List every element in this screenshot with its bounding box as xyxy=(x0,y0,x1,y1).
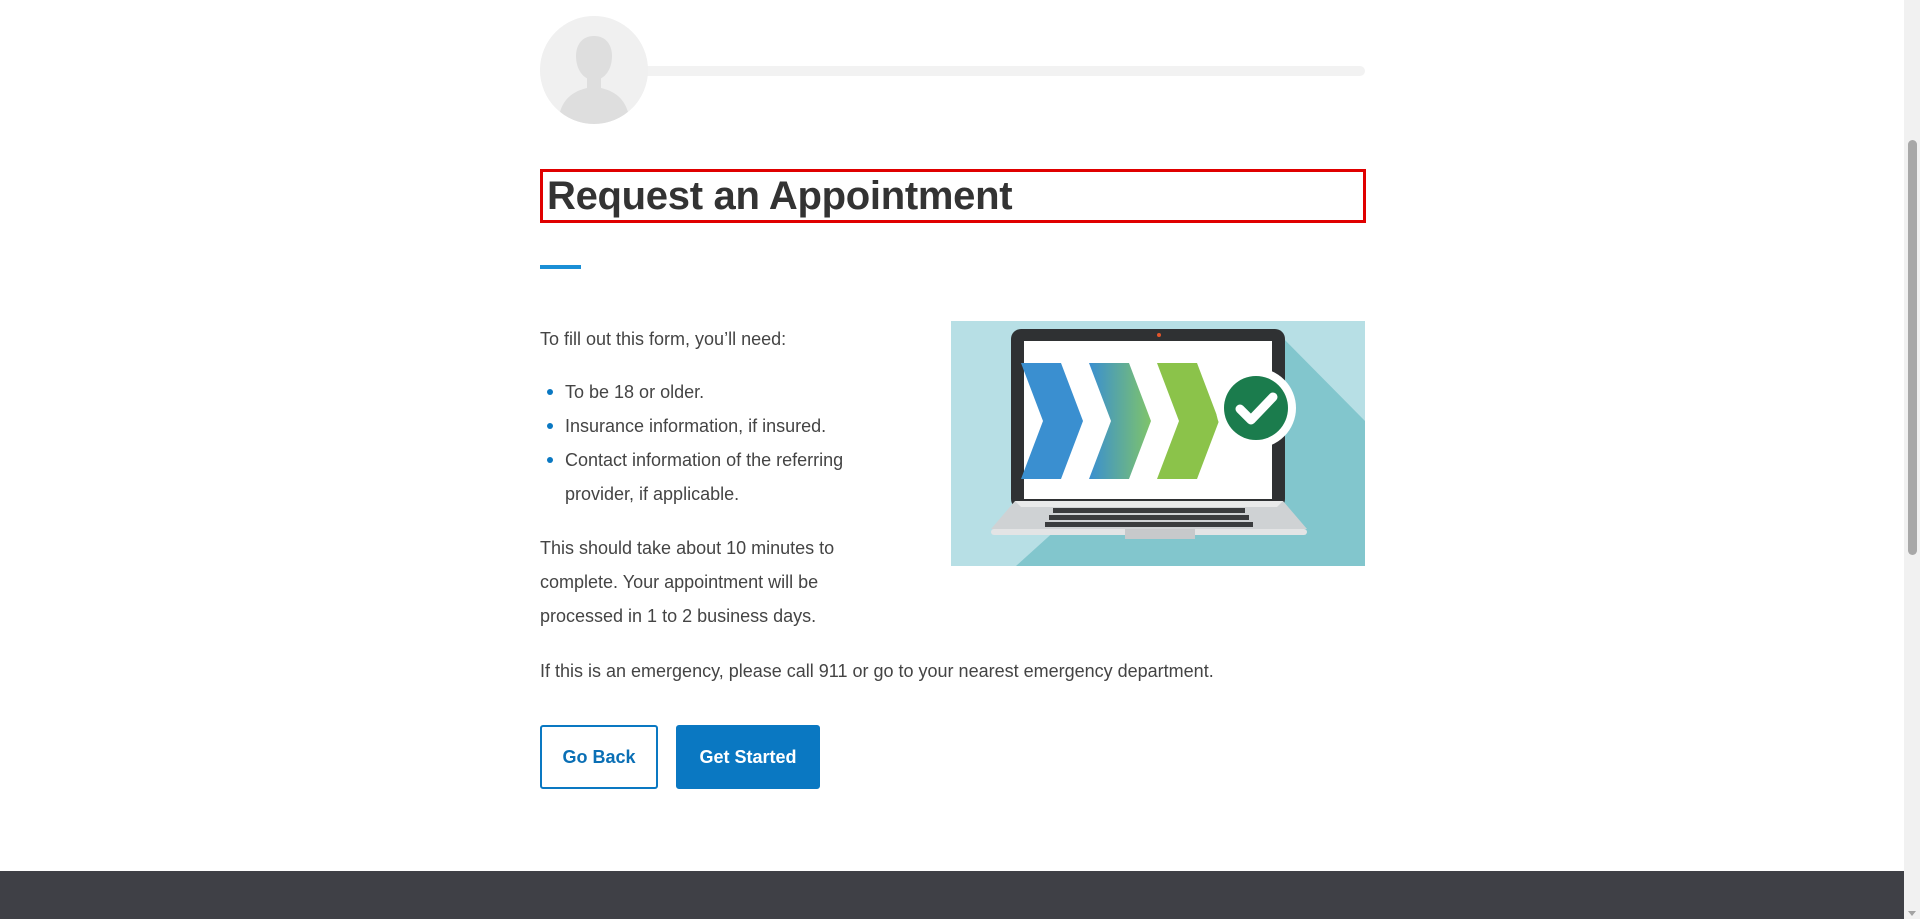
duration-text: This should take about 10 minutes to com… xyxy=(540,538,835,626)
requirement-text: Contact information of the referring pro… xyxy=(565,450,844,504)
bullet-icon xyxy=(547,389,553,395)
user-silhouette-icon xyxy=(540,16,648,124)
page-title: Request an Appointment xyxy=(547,174,1013,218)
browser-viewport: Request an Appointment To fill out this … xyxy=(0,0,1920,919)
scroll-down-arrow-icon[interactable] xyxy=(1908,911,1916,916)
intro-text: To fill out this form, you’ll need: xyxy=(540,322,900,356)
vertical-scrollbar[interactable] xyxy=(1904,0,1920,919)
requirement-text: To be 18 or older. xyxy=(565,382,705,402)
get-started-button[interactable]: Get Started xyxy=(676,725,820,789)
bullet-icon xyxy=(547,457,553,463)
laptop-progress-illustration xyxy=(951,321,1365,566)
avatar xyxy=(540,16,648,124)
page-footer xyxy=(0,871,1904,919)
laptop-checkmark-icon xyxy=(951,321,1365,566)
requirement-text: Insurance information, if insured. xyxy=(565,416,827,436)
appointment-page: Request an Appointment To fill out this … xyxy=(0,0,1904,919)
go-back-button[interactable]: Go Back xyxy=(540,725,658,789)
scrollbar-thumb[interactable] xyxy=(1908,140,1917,555)
emergency-notice: If this is an emergency, please call 911… xyxy=(540,661,1214,681)
list-item: Contact information of the referring pro… xyxy=(540,443,900,511)
requirements-list: To be 18 or older. Insurance information… xyxy=(540,375,900,511)
bullet-icon xyxy=(547,423,553,429)
list-item: Insurance information, if insured. xyxy=(540,409,900,443)
list-item: To be 18 or older. xyxy=(540,375,900,409)
intro-paragraph: To fill out this form, you’ll need: xyxy=(540,329,787,349)
page-title-highlight: Request an Appointment xyxy=(540,169,1366,223)
form-progress xyxy=(540,16,1366,126)
progress-bar xyxy=(640,66,1365,76)
title-accent-rule xyxy=(540,265,581,269)
